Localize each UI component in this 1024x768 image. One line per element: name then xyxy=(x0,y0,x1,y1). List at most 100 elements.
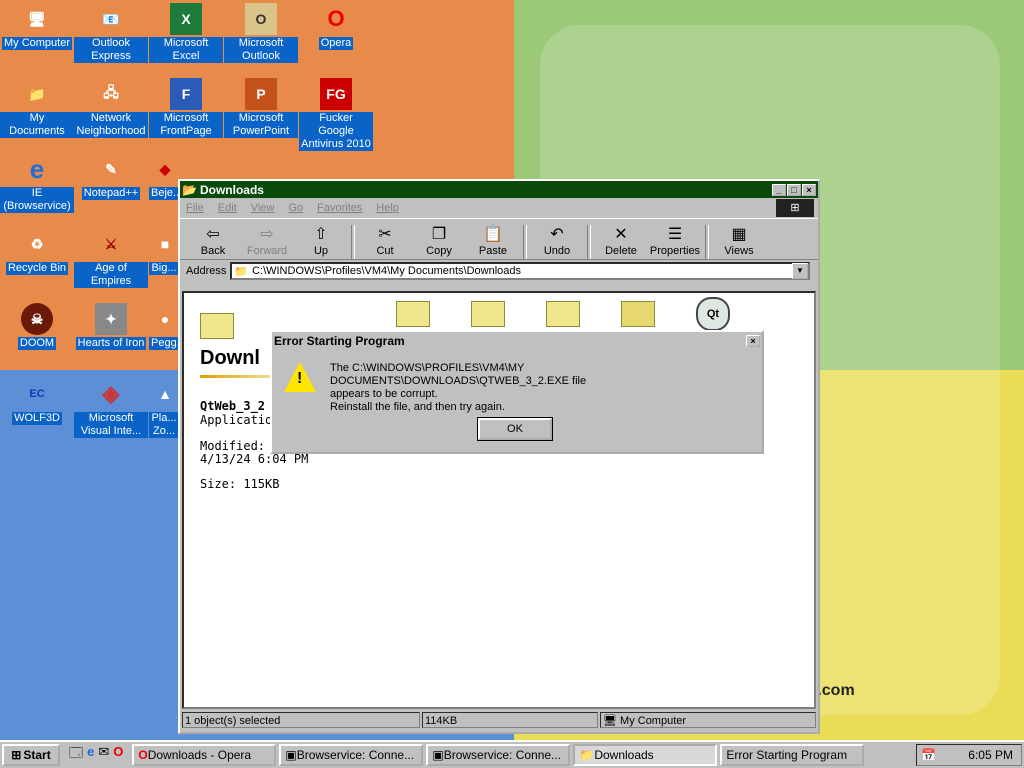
opera-icon: O xyxy=(138,748,148,762)
paste-button[interactable]: 📋 Paste xyxy=(466,225,520,259)
desktop-icon-peggle[interactable]: ●Pegg... xyxy=(149,303,179,350)
opera-quicklaunch-icon[interactable]: O xyxy=(113,744,123,766)
folder-small-icon: 📁 xyxy=(579,748,595,762)
address-input[interactable]: 📁 C:\WINDOWS\Profiles\VM4\My Documents\D… xyxy=(230,262,810,280)
menu-help[interactable]: Help xyxy=(376,202,399,214)
desktop-icon-antivirus[interactable]: FG Fucker Google Antivirus 2010 xyxy=(299,78,373,151)
ok-button[interactable]: OK xyxy=(477,417,553,441)
antivirus-icon: FG xyxy=(320,78,352,110)
delete-button[interactable]: ✕ Delete xyxy=(594,225,648,259)
desktop-icon-recycle-bin[interactable]: ♻ Recycle Bin xyxy=(0,228,74,275)
task-downloads[interactable]: 📁Downloads xyxy=(573,744,718,766)
windows-flag-icon: ⊞ xyxy=(11,748,22,762)
scheduler-icon[interactable]: 📅 xyxy=(921,748,936,762)
chevron-down-icon[interactable]: ▼ xyxy=(792,263,808,279)
properties-button[interactable]: ☰ Properties xyxy=(648,225,702,259)
zip-folder-icon[interactable] xyxy=(621,301,655,327)
up-folder-icon: ⇧ xyxy=(314,226,328,243)
task-error-dialog[interactable]: Error Starting Program xyxy=(720,744,865,766)
system-tray: 📅 6:05 PM xyxy=(916,744,1022,766)
cut-button[interactable]: ✂ Cut xyxy=(358,225,412,259)
minimize-button[interactable]: _ xyxy=(772,183,786,196)
up-button[interactable]: ⇧ Up xyxy=(294,225,348,259)
folder-icon[interactable] xyxy=(546,301,580,327)
desktop-icon-opera[interactable]: O Opera xyxy=(299,3,373,50)
delete-x-icon: ✕ xyxy=(614,226,628,243)
dialog-close-button[interactable]: × xyxy=(746,334,760,347)
hearts-of-iron-icon: ✦ xyxy=(95,303,127,335)
desktop-icon-my-documents[interactable]: 📁 My Documents xyxy=(0,78,74,138)
explorer-titlebar[interactable]: 📂 Downloads _ □ × xyxy=(180,181,818,198)
views-grid-icon: ▦ xyxy=(731,226,747,243)
qtweb-app-icon[interactable]: Qt xyxy=(696,297,730,331)
copy-button[interactable]: ❐ Copy xyxy=(412,225,466,259)
folder-icon: 📁 xyxy=(28,85,46,102)
desktop-icon-age-of-empires[interactable]: ⚔ Age of Empires xyxy=(74,228,148,288)
dialog-titlebar[interactable]: Error Starting Program × xyxy=(272,332,762,349)
task-browservice-1[interactable]: ▣Browservice: Conne... xyxy=(279,744,424,766)
address-label: Address xyxy=(186,265,227,277)
address-value: C:\WINDOWS\Profiles\VM4\My Documents\Dow… xyxy=(252,265,522,277)
notepad-icon: ✎ xyxy=(105,160,117,177)
opera-icon: O xyxy=(327,6,345,31)
toolbar: ⇦ Back ⇨ Forward ⇧ Up ✂ Cut ❐ Copy 📋 Paste ↶ Un… xyxy=(180,218,818,260)
outlook-icon: O xyxy=(245,3,277,35)
folder-heading: Downl xyxy=(200,347,260,369)
file-size: Size: 115KB xyxy=(200,477,280,491)
desktop-icon-doom[interactable]: ☠ DOOM xyxy=(0,303,74,350)
task-opera-downloads[interactable]: ODownloads - Opera xyxy=(132,744,277,766)
desktop-icon-network[interactable]: 🖧 Network Neighborhood xyxy=(74,78,148,138)
game-icon: ■ xyxy=(160,236,170,252)
folder-large-icon xyxy=(200,313,234,339)
desktop-icon-frontpage[interactable]: F Microsoft FrontPage xyxy=(149,78,223,138)
error-dialog: Error Starting Program × ! The C:\WINDOW… xyxy=(270,330,764,454)
desktop-icon-ie[interactable]: e IE (Browservice) xyxy=(0,153,74,213)
desktop-icon-my-computer[interactable]: 🖥 My Computer xyxy=(0,3,74,50)
menu-edit[interactable]: Edit xyxy=(218,202,237,214)
undo-icon: ↶ xyxy=(550,226,564,243)
modified-value: 4/13/24 6:04 PM xyxy=(200,452,309,466)
desktop-icon-big[interactable]: ■ Big... xyxy=(149,228,179,275)
menu-file[interactable]: File xyxy=(186,202,204,214)
task-browservice-2[interactable]: ▣Browservice: Conne... xyxy=(426,744,571,766)
menu-view[interactable]: View xyxy=(251,202,275,214)
properties-icon: ☰ xyxy=(667,226,683,243)
paste-icon: 📋 xyxy=(483,226,503,243)
dialog-message: The C:\WINDOWS\PROFILES\VM4\MY DOCUMENTS… xyxy=(330,362,750,414)
desktop-icon-notepadpp[interactable]: ✎ Notepad++ xyxy=(74,153,148,200)
powerpoint-icon: P xyxy=(245,78,277,110)
ie-icon: e xyxy=(29,153,45,184)
menu-favorites[interactable]: Favorites xyxy=(317,202,362,214)
clock[interactable]: 6:05 PM xyxy=(968,748,1013,762)
desktop-icon-hearts-of-iron[interactable]: ✦ Hearts of Iron xyxy=(74,303,148,350)
status-bar: 1 object(s) selected 114KB 🖥 My Computer xyxy=(182,712,816,730)
desktop-icon-outlook-express[interactable]: 📧 Outlook Express xyxy=(74,3,148,63)
outlook-quicklaunch-icon[interactable]: ✉ xyxy=(98,744,109,766)
back-button[interactable]: ⇦ Back xyxy=(186,225,240,259)
menu-go[interactable]: Go xyxy=(288,202,303,214)
desktop-icon-visual-interdev[interactable]: ◈ Microsoft Visual Inte... xyxy=(74,378,148,438)
ie-quicklaunch-icon[interactable]: e xyxy=(87,744,94,766)
desktop-icon-play-zone[interactable]: ▲ Pla... Zo... xyxy=(149,378,179,438)
desktop-icon-powerpoint[interactable]: P Microsoft PowerPoint xyxy=(224,78,298,138)
undo-button[interactable]: ↶ Undo xyxy=(530,225,584,259)
folder-icon[interactable] xyxy=(396,301,430,327)
desktop-icon-excel[interactable]: X Microsoft Excel xyxy=(149,3,223,63)
folder-icon[interactable] xyxy=(471,301,505,327)
status-size: 114KB xyxy=(422,712,598,728)
views-button[interactable]: ▦ Views xyxy=(712,225,766,259)
maximize-button[interactable]: □ xyxy=(787,183,801,196)
dialog-message-line1: The C:\WINDOWS\PROFILES\VM4\MY DOCUMENTS… xyxy=(330,362,587,387)
desktop-icon-outlook[interactable]: O Microsoft Outlook xyxy=(224,3,298,63)
start-button[interactable]: ⊞ Start xyxy=(2,744,60,766)
show-desktop-icon[interactable]: 🗔 xyxy=(69,744,83,766)
close-button[interactable]: × xyxy=(802,183,816,196)
desktop-icon-wolf3d[interactable]: EC WOLF3D xyxy=(0,378,74,425)
desktop-icon-bejeweled[interactable]: ◆Beje... xyxy=(149,153,179,200)
wolf3d-icon: EC xyxy=(29,388,45,400)
folder-small-icon: 📂 xyxy=(182,182,197,197)
modified-label: Modified: xyxy=(200,439,266,453)
forward-button[interactable]: ⇨ Forward xyxy=(240,225,294,259)
address-bar: Address 📁 C:\WINDOWS\Profiles\VM4\My Doc… xyxy=(180,260,818,282)
windows-logo-icon: ⊞ xyxy=(776,199,814,217)
